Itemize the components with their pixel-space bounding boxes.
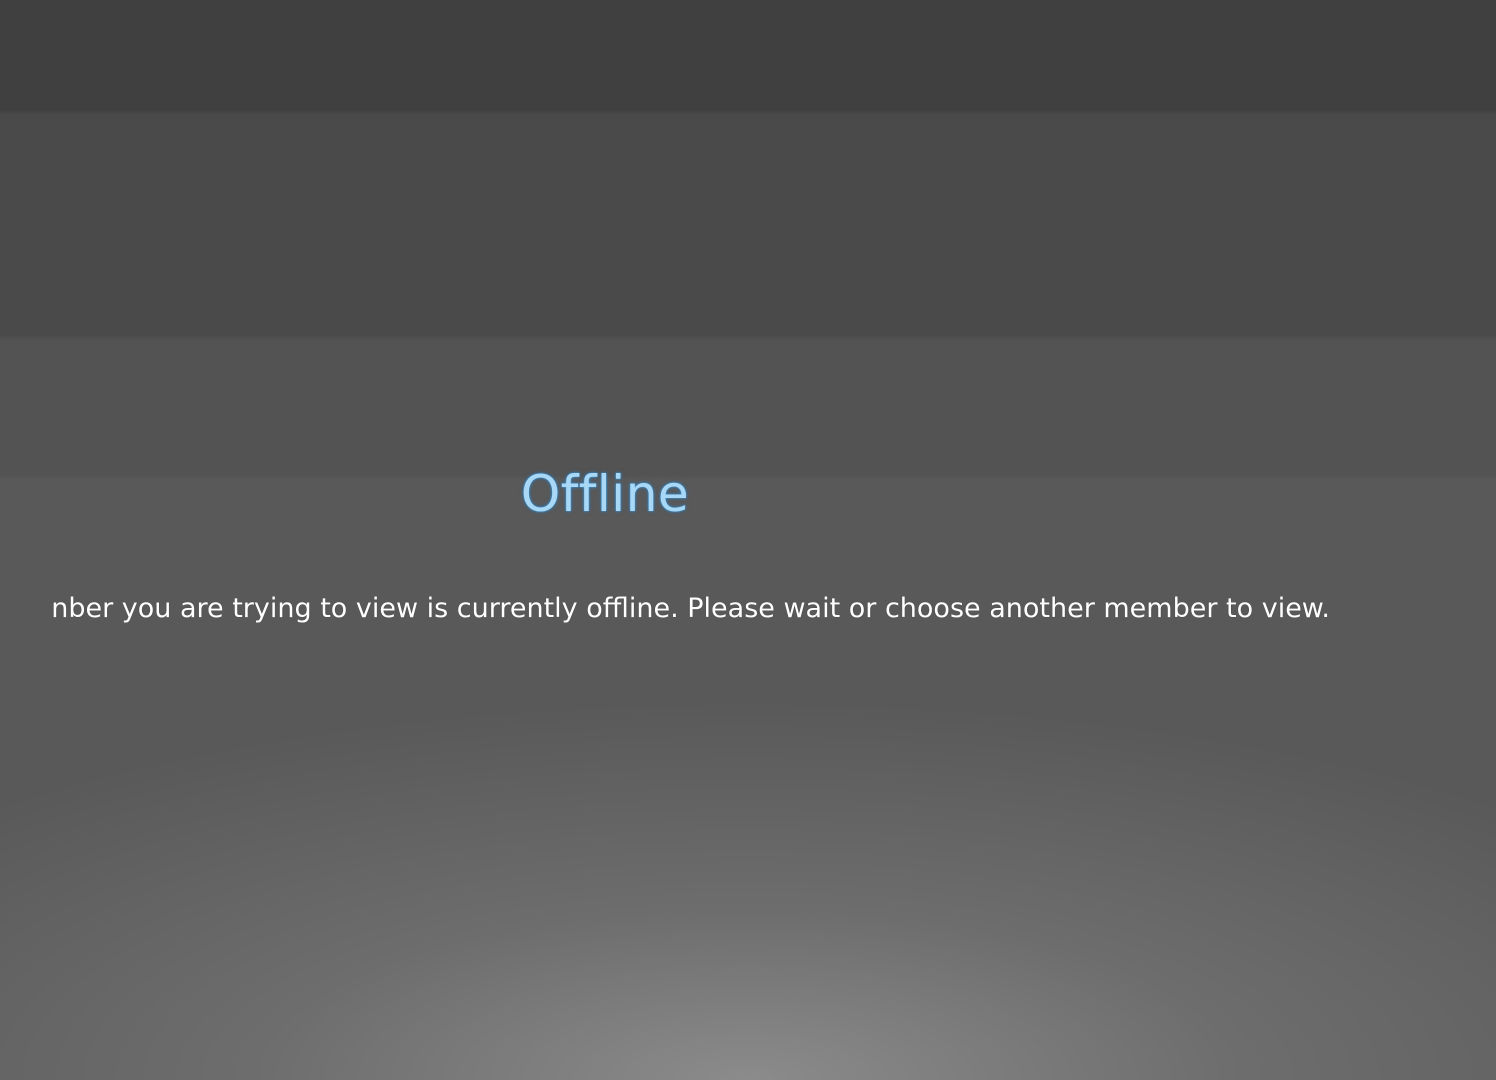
offline-message: nber you are trying to view is currently… — [51, 593, 1330, 624]
offline-title: Offline — [520, 465, 690, 523]
offline-screen: Offline nber you are trying to view is c… — [0, 0, 1496, 1080]
